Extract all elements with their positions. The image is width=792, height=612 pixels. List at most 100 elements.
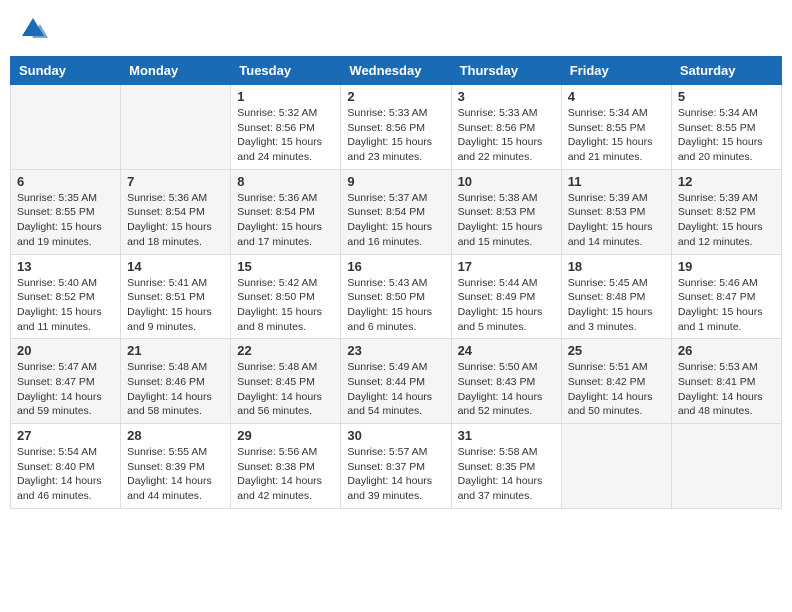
calendar-cell: 6 Sunrise: 5:35 AMSunset: 8:55 PMDaylight… [11, 169, 121, 254]
day-detail: Sunrise: 5:47 AMSunset: 8:47 PMDaylight:… [17, 360, 114, 419]
day-number: 14 [127, 259, 224, 274]
day-detail: Sunrise: 5:48 AMSunset: 8:45 PMDaylight:… [237, 360, 334, 419]
day-detail: Sunrise: 5:50 AMSunset: 8:43 PMDaylight:… [458, 360, 555, 419]
page-header [10, 10, 782, 48]
calendar-cell: 22 Sunrise: 5:48 AMSunset: 8:45 PMDayligh… [231, 339, 341, 424]
day-of-week-header: Wednesday [341, 57, 451, 85]
day-detail: Sunrise: 5:32 AMSunset: 8:56 PMDaylight:… [237, 106, 334, 165]
day-number: 7 [127, 174, 224, 189]
calendar-cell: 27 Sunrise: 5:54 AMSunset: 8:40 PMDayligh… [11, 424, 121, 509]
day-number: 21 [127, 343, 224, 358]
day-detail: Sunrise: 5:35 AMSunset: 8:55 PMDaylight:… [17, 191, 114, 250]
calendar-cell: 4 Sunrise: 5:34 AMSunset: 8:55 PMDaylight… [561, 85, 671, 170]
day-number: 22 [237, 343, 334, 358]
calendar-cell: 30Sunrise: 5:57 AMSunset: 8:37 PMDayligh… [341, 424, 451, 509]
day-detail: Sunrise: 5:58 AMSunset: 8:35 PMDaylight:… [458, 445, 555, 504]
calendar-cell: 19 Sunrise: 5:46 AMSunset: 8:47 PMDayligh… [671, 254, 781, 339]
calendar-week-row: 13Sunrise: 5:40 AMSunset: 8:52 PMDayligh… [11, 254, 782, 339]
day-number: 28 [127, 428, 224, 443]
calendar-week-row: 6 Sunrise: 5:35 AMSunset: 8:55 PMDaylight… [11, 169, 782, 254]
day-detail: Sunrise: 5:49 AMSunset: 8:44 PMDaylight:… [347, 360, 444, 419]
day-number: 16 [347, 259, 444, 274]
day-detail: Sunrise: 5:36 AMSunset: 8:54 PMDaylight:… [127, 191, 224, 250]
calendar-cell: 10 Sunrise: 5:38 AMSunset: 8:53 PMDayligh… [451, 169, 561, 254]
day-number: 5 [678, 89, 775, 104]
day-detail: Sunrise: 5:34 AMSunset: 8:55 PMDaylight:… [678, 106, 775, 165]
day-number: 24 [458, 343, 555, 358]
calendar-week-row: 1Sunrise: 5:32 AMSunset: 8:56 PMDaylight… [11, 85, 782, 170]
calendar-cell: 14 Sunrise: 5:41 AMSunset: 8:51 PMDayligh… [121, 254, 231, 339]
day-number: 19 [678, 259, 775, 274]
day-detail: Sunrise: 5:42 AMSunset: 8:50 PMDaylight:… [237, 276, 334, 335]
calendar-cell: 25Sunrise: 5:51 AMSunset: 8:42 PMDayligh… [561, 339, 671, 424]
day-number: 20 [17, 343, 114, 358]
calendar-cell: 9 Sunrise: 5:37 AMSunset: 8:54 PMDaylight… [341, 169, 451, 254]
day-detail: Sunrise: 5:44 AMSunset: 8:49 PMDaylight:… [458, 276, 555, 335]
day-detail: Sunrise: 5:39 AMSunset: 8:53 PMDaylight:… [568, 191, 665, 250]
calendar-cell: 26Sunrise: 5:53 AMSunset: 8:41 PMDayligh… [671, 339, 781, 424]
day-number: 2 [347, 89, 444, 104]
calendar-cell: 13Sunrise: 5:40 AMSunset: 8:52 PMDayligh… [11, 254, 121, 339]
day-detail: Sunrise: 5:39 AMSunset: 8:52 PMDaylight:… [678, 191, 775, 250]
calendar-cell: 31 Sunrise: 5:58 AMSunset: 8:35 PMDayligh… [451, 424, 561, 509]
day-number: 15 [237, 259, 334, 274]
calendar-cell: 21 Sunrise: 5:48 AMSunset: 8:46 PMDayligh… [121, 339, 231, 424]
day-number: 6 [17, 174, 114, 189]
calendar-cell: 12 Sunrise: 5:39 AMSunset: 8:52 PMDayligh… [671, 169, 781, 254]
day-detail: Sunrise: 5:53 AMSunset: 8:41 PMDaylight:… [678, 360, 775, 419]
logo-icon [18, 14, 48, 44]
calendar-cell: 2 Sunrise: 5:33 AMSunset: 8:56 PMDaylight… [341, 85, 451, 170]
day-number: 27 [17, 428, 114, 443]
day-number: 12 [678, 174, 775, 189]
day-detail: Sunrise: 5:37 AMSunset: 8:54 PMDaylight:… [347, 191, 444, 250]
calendar-cell: 15 Sunrise: 5:42 AMSunset: 8:50 PMDayligh… [231, 254, 341, 339]
day-number: 9 [347, 174, 444, 189]
day-number: 23 [347, 343, 444, 358]
day-detail: Sunrise: 5:48 AMSunset: 8:46 PMDaylight:… [127, 360, 224, 419]
calendar-cell: 29 Sunrise: 5:56 AMSunset: 8:38 PMDayligh… [231, 424, 341, 509]
calendar-cell [671, 424, 781, 509]
day-number: 3 [458, 89, 555, 104]
day-of-week-header: Tuesday [231, 57, 341, 85]
day-of-week-header: Friday [561, 57, 671, 85]
calendar-cell: 5 Sunrise: 5:34 AMSunset: 8:55 PMDaylight… [671, 85, 781, 170]
calendar-header-row: SundayMondayTuesdayWednesdayThursdayFrid… [11, 57, 782, 85]
day-number: 10 [458, 174, 555, 189]
day-detail: Sunrise: 5:33 AMSunset: 8:56 PMDaylight:… [458, 106, 555, 165]
day-detail: Sunrise: 5:33 AMSunset: 8:56 PMDaylight:… [347, 106, 444, 165]
day-number: 8 [237, 174, 334, 189]
day-detail: Sunrise: 5:57 AMSunset: 8:37 PMDaylight:… [347, 445, 444, 504]
day-detail: Sunrise: 5:54 AMSunset: 8:40 PMDaylight:… [17, 445, 114, 504]
day-detail: Sunrise: 5:41 AMSunset: 8:51 PMDaylight:… [127, 276, 224, 335]
calendar-cell [11, 85, 121, 170]
day-number: 25 [568, 343, 665, 358]
calendar-cell: 18 Sunrise: 5:45 AMSunset: 8:48 PMDayligh… [561, 254, 671, 339]
calendar-cell: 3 Sunrise: 5:33 AMSunset: 8:56 PMDaylight… [451, 85, 561, 170]
day-number: 17 [458, 259, 555, 274]
calendar-cell: 11 Sunrise: 5:39 AMSunset: 8:53 PMDayligh… [561, 169, 671, 254]
day-detail: Sunrise: 5:43 AMSunset: 8:50 PMDaylight:… [347, 276, 444, 335]
day-detail: Sunrise: 5:36 AMSunset: 8:54 PMDaylight:… [237, 191, 334, 250]
day-number: 31 [458, 428, 555, 443]
day-detail: Sunrise: 5:56 AMSunset: 8:38 PMDaylight:… [237, 445, 334, 504]
day-of-week-header: Sunday [11, 57, 121, 85]
day-number: 4 [568, 89, 665, 104]
day-number: 29 [237, 428, 334, 443]
logo [18, 14, 50, 44]
calendar-cell: 24 Sunrise: 5:50 AMSunset: 8:43 PMDayligh… [451, 339, 561, 424]
day-detail: Sunrise: 5:55 AMSunset: 8:39 PMDaylight:… [127, 445, 224, 504]
calendar-cell [121, 85, 231, 170]
day-of-week-header: Saturday [671, 57, 781, 85]
calendar-cell: 17 Sunrise: 5:44 AMSunset: 8:49 PMDayligh… [451, 254, 561, 339]
day-detail: Sunrise: 5:46 AMSunset: 8:47 PMDaylight:… [678, 276, 775, 335]
day-number: 11 [568, 174, 665, 189]
calendar-week-row: 20 Sunrise: 5:47 AMSunset: 8:47 PMDayligh… [11, 339, 782, 424]
day-detail: Sunrise: 5:34 AMSunset: 8:55 PMDaylight:… [568, 106, 665, 165]
calendar-cell: 8 Sunrise: 5:36 AMSunset: 8:54 PMDaylight… [231, 169, 341, 254]
day-detail: Sunrise: 5:45 AMSunset: 8:48 PMDaylight:… [568, 276, 665, 335]
calendar-week-row: 27 Sunrise: 5:54 AMSunset: 8:40 PMDayligh… [11, 424, 782, 509]
day-number: 18 [568, 259, 665, 274]
calendar-cell: 16 Sunrise: 5:43 AMSunset: 8:50 PMDayligh… [341, 254, 451, 339]
day-of-week-header: Monday [121, 57, 231, 85]
day-detail: Sunrise: 5:38 AMSunset: 8:53 PMDaylight:… [458, 191, 555, 250]
